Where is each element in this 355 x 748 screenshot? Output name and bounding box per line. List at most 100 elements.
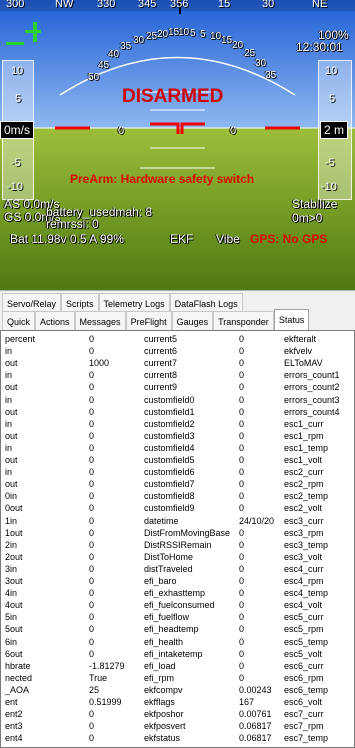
status-name-mid: DistFromMovingBase <box>144 527 231 538</box>
status-name-left: out <box>5 455 18 465</box>
heading-label: 345 <box>138 0 157 10</box>
status-name-mid: efi_load <box>144 660 176 671</box>
status-name-left: 4in <box>5 588 18 599</box>
tab-gauges[interactable]: Gauges <box>171 311 214 331</box>
status-value-mid: 0 <box>239 539 245 550</box>
status-name-left: 2out <box>5 551 23 562</box>
status-name-left: in <box>5 442 13 453</box>
status-name-left: 1out <box>5 527 23 538</box>
ekf-button[interactable]: EKF <box>170 232 193 246</box>
status-value-left: 0 <box>89 406 95 417</box>
table-row: 1in 0 datetime 24/10/20 esc3_curr <box>1 515 354 528</box>
status-name-right: esc4_volt <box>284 600 323 611</box>
table-row: out 1000 current7 0 ELToMAV <box>1 358 354 370</box>
status-name-left: 6out <box>5 648 23 659</box>
status-name-left: 5out <box>5 624 23 635</box>
status-value-mid: 0.06817 <box>239 721 272 732</box>
pitch-label: 35 <box>120 41 132 52</box>
tab-messages[interactable]: Messages <box>74 311 126 331</box>
status-value-left: 1000 <box>89 358 110 369</box>
status-value-mid: 0 <box>239 346 245 357</box>
heading-label: 30 <box>262 0 275 10</box>
pitch-zero-left: 0 <box>118 125 125 137</box>
status-name-right: esc3_temp <box>284 539 329 550</box>
pitch-label: 5 <box>200 29 206 40</box>
vibe-button[interactable]: Vibe <box>216 232 240 246</box>
status-name-mid: efi_rpm <box>144 672 175 683</box>
status-name-right: esc2_volt <box>284 503 323 514</box>
tab-telemetry-logs[interactable]: Telemetry Logs <box>98 293 170 313</box>
status-value-mid: 0 <box>239 576 245 586</box>
tab-quick[interactable]: Quick <box>2 311 36 331</box>
table-row: 0out 0 customfield9 0 esc2_volt <box>1 503 354 515</box>
heading-label: NW <box>55 0 74 10</box>
status-name-mid: customfield8 <box>144 491 195 502</box>
status-value-mid: 0 <box>239 430 245 441</box>
tab-actions[interactable]: Actions <box>35 311 75 331</box>
pitch-label: 10 <box>178 27 190 38</box>
status-value-left: 0 <box>89 503 95 514</box>
status-name-mid: DistRSSIRemain <box>144 539 212 550</box>
alt-tick: 5 <box>329 93 336 105</box>
status-name-left: ent2 <box>5 709 23 720</box>
tab-servo-relay[interactable]: Servo/Relay <box>2 293 62 313</box>
status-value-left: -1.81279 <box>89 660 125 671</box>
status-name-right: esc3_curr <box>284 515 324 526</box>
status-name-right: esc1_rpm <box>284 430 324 441</box>
pitch-label: 25 <box>244 48 256 59</box>
status-value-left: 0.51999 <box>89 697 122 707</box>
status-name-mid: customfield9 <box>144 503 195 514</box>
status-name-mid: efi_exhasttemp <box>144 588 206 599</box>
status-value-left: 0 <box>89 600 95 611</box>
status-name-left: ent3 <box>5 721 23 732</box>
tab-preflight[interactable]: PreFlight <box>125 311 172 331</box>
tab-scripts[interactable]: Scripts <box>61 293 99 313</box>
status-value-mid: 0 <box>239 527 245 538</box>
pitch-label: 5 <box>190 28 196 39</box>
status-name-mid: efi_fuelflow <box>144 612 190 623</box>
status-name-right: ekfvelv <box>284 346 313 357</box>
status-table[interactable]: percent 0 current5 0 ekfteralt in 0 current6 0 ek… <box>0 330 355 748</box>
status-name-left: in <box>5 418 13 429</box>
status-name-mid: current8 <box>144 370 178 381</box>
speed-tick: -10 <box>7 181 23 193</box>
status-name-mid: efi_intaketemp <box>144 648 203 659</box>
pitch-label: 20 <box>157 29 169 40</box>
status-name-mid: current9 <box>144 382 178 393</box>
status-value-mid: 0 <box>239 370 245 381</box>
pitch-zero-right: 0 <box>230 125 237 137</box>
remrssi-readout: remrssi: 0 <box>46 217 99 231</box>
table-row: out 0 current9 0 errors_count2 <box>1 382 354 394</box>
status-name-mid: current5 <box>144 334 178 344</box>
status-name-right: esc6_rpm <box>284 672 324 683</box>
status-name-right: esc6_volt <box>284 697 323 707</box>
tab-transponder[interactable]: Transponder <box>213 311 274 331</box>
clock-time: 12:30:01 <box>296 40 343 54</box>
status-name-right: esc6_temp <box>284 684 329 695</box>
status-value-left: 0 <box>89 430 95 441</box>
table-row: 1out 0 DistFromMovingBase 0 esc3_rpm <box>1 527 354 540</box>
status-value-left: 0 <box>89 515 95 526</box>
status-value-mid: 0 <box>239 672 245 683</box>
altitude-value-box: 2 m <box>320 121 349 139</box>
status-value-mid: 0 <box>239 648 245 659</box>
status-name-left: 4out <box>5 600 23 611</box>
pitch-label: 30 <box>255 58 267 69</box>
table-row: 5in 0 efi_fuelflow 0 esc5_curr <box>1 612 354 624</box>
table-row: in 0 customfield2 0 esc1_curr <box>1 418 354 431</box>
status-value-left: 0 <box>89 539 95 550</box>
status-name-left: in <box>5 370 13 381</box>
status-value-mid: 167 <box>239 697 255 707</box>
status-value-left: 0 <box>89 733 95 744</box>
tab-dataflash-logs[interactable]: DataFlash Logs <box>169 293 243 313</box>
status-name-left: ent <box>5 697 18 707</box>
status-value-left: 0 <box>89 382 95 393</box>
status-name-mid: ekfposvert <box>144 721 186 732</box>
pitch-label: 35 <box>265 70 277 81</box>
table-row: 2out 0 DistToHome 0 esc3_volt <box>1 551 354 564</box>
table-row: _AOA 25 ekfcompv 0.00243 esc6_temp <box>1 684 354 697</box>
heading-label: 300 <box>6 0 25 10</box>
status-value-mid: 0.00761 <box>239 709 272 720</box>
status-name-right: errors_count1 <box>284 370 340 381</box>
status-name-left: 6in <box>5 636 18 647</box>
